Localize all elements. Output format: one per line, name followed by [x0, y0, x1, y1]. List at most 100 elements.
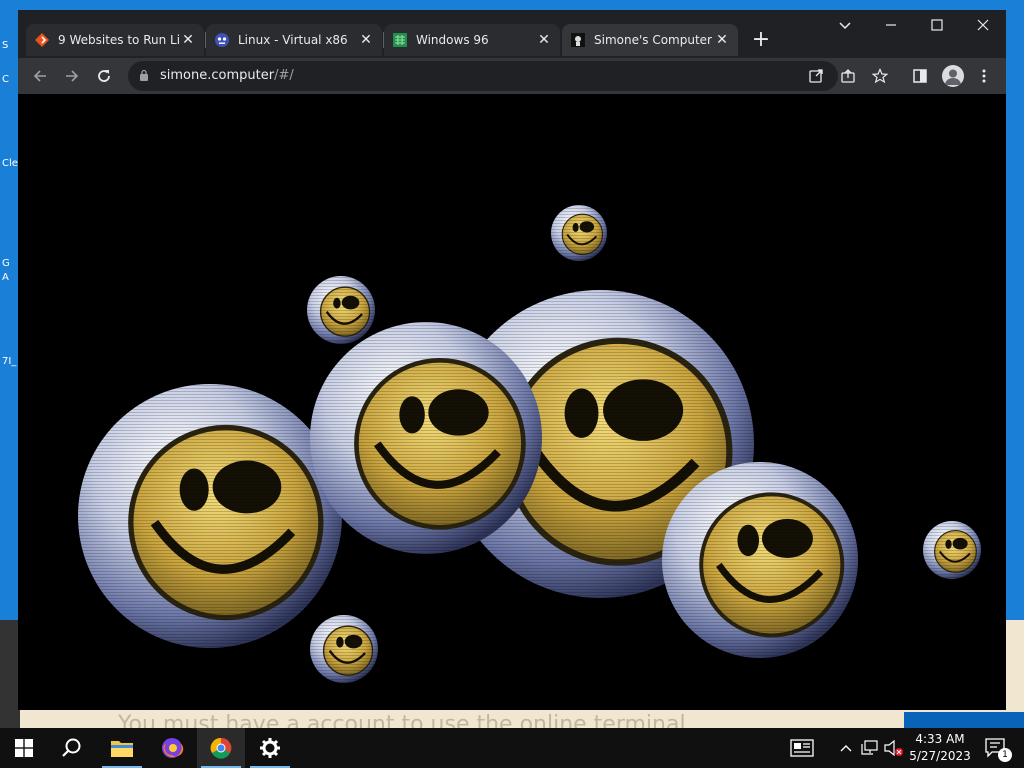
menu-kebab-icon[interactable]	[974, 66, 994, 86]
scanline	[18, 376, 1006, 377]
desktop-icon-label: Cle	[2, 158, 18, 169]
show-hidden-icons-button[interactable]	[834, 728, 858, 768]
profile-avatar[interactable]	[942, 65, 964, 87]
scanline	[18, 688, 1006, 689]
scanline	[18, 448, 1006, 449]
maximize-button[interactable]	[914, 10, 960, 40]
scanline	[18, 238, 1006, 239]
scanline	[18, 706, 1006, 707]
news-widget-button[interactable]	[778, 728, 826, 768]
chrome-button[interactable]	[197, 728, 245, 768]
firefox-button[interactable]	[148, 728, 196, 768]
close-icon[interactable]: ✕	[536, 32, 552, 48]
scanline	[18, 553, 1006, 554]
back-button[interactable]	[28, 64, 52, 88]
new-tab-button[interactable]: +	[748, 28, 774, 54]
scanline	[18, 136, 1006, 137]
taskbar-clock[interactable]: 4:33 AM 5/27/2023	[908, 731, 972, 765]
scanline	[18, 403, 1006, 404]
tab-9-websites[interactable]: 9 Websites to Run Linux ✕	[26, 24, 204, 56]
scanline	[18, 340, 1006, 341]
scanline	[18, 220, 1006, 221]
address-bar[interactable]: simone.computer/#/	[128, 61, 838, 91]
scanline	[18, 253, 1006, 254]
minimize-button[interactable]	[868, 10, 914, 40]
tab-title: Linux - Virtual x86	[238, 33, 348, 47]
scanline	[18, 205, 1006, 206]
scanline	[18, 103, 1006, 104]
taskbar: 4:33 AM 5/27/2023 1	[0, 728, 1024, 768]
side-panel-icon[interactable]	[910, 66, 930, 86]
scanline	[18, 640, 1006, 641]
tab-title: Simone's Computer	[594, 33, 712, 47]
scanline	[18, 364, 1006, 365]
scanline	[18, 412, 1006, 413]
tab-windows-96[interactable]: Windows 96 ✕	[384, 24, 560, 56]
scanline	[18, 208, 1006, 209]
page-viewport[interactable]	[18, 94, 1006, 710]
scanline	[18, 172, 1006, 173]
forward-button[interactable]	[60, 64, 84, 88]
scanline	[18, 481, 1006, 482]
scanline	[18, 118, 1006, 119]
open-in-new-icon[interactable]	[806, 66, 826, 86]
scanline	[18, 478, 1006, 479]
scanline	[18, 520, 1006, 521]
scanline	[18, 472, 1006, 473]
scanline	[18, 325, 1006, 326]
scanline	[18, 382, 1006, 383]
smiley-sphere	[78, 384, 342, 648]
scanline	[18, 649, 1006, 650]
scanline	[18, 109, 1006, 110]
volume-button[interactable]	[882, 728, 906, 768]
scanline	[18, 625, 1006, 626]
scanline	[18, 526, 1006, 527]
desktop-icon[interactable]: S	[2, 40, 18, 51]
scanline	[18, 400, 1006, 401]
network-button[interactable]	[858, 728, 882, 768]
start-button[interactable]	[0, 728, 48, 768]
scanline	[18, 517, 1006, 518]
scanline	[18, 223, 1006, 224]
smiley-spheres-scene	[18, 94, 1006, 710]
close-window-button[interactable]	[960, 10, 1006, 40]
scanline	[18, 310, 1006, 311]
bookmark-star-icon[interactable]	[870, 66, 890, 86]
scanline	[18, 679, 1006, 680]
scanline	[18, 148, 1006, 149]
notifications-button[interactable]: 1	[976, 728, 1016, 768]
scanline	[18, 571, 1006, 572]
gitbook-icon	[34, 32, 50, 48]
scanline	[18, 463, 1006, 464]
scanline	[18, 460, 1006, 461]
scanline	[18, 637, 1006, 638]
tab-simones-computer[interactable]: Simone's Computer ✕	[562, 24, 738, 56]
scanline	[18, 583, 1006, 584]
close-icon[interactable]: ✕	[714, 32, 730, 48]
scanline	[18, 343, 1006, 344]
desktop-icon[interactable]: G	[2, 258, 18, 269]
desktop-icon[interactable]: Cle	[2, 158, 18, 169]
desktop-icon[interactable]: 7I_	[2, 356, 18, 367]
tab-title: 9 Websites to Run Linux	[58, 33, 180, 47]
share-icon[interactable]	[838, 66, 858, 86]
tab-linux-virtual[interactable]: Linux - Virtual x86 ✕	[206, 24, 382, 56]
close-icon[interactable]: ✕	[358, 32, 374, 48]
settings-button[interactable]	[246, 728, 294, 768]
search-button[interactable]	[48, 728, 96, 768]
close-icon[interactable]: ✕	[180, 32, 196, 48]
scanline	[18, 304, 1006, 305]
reload-button[interactable]	[92, 64, 116, 88]
scanline	[18, 562, 1006, 563]
desktop-icon[interactable]: A	[2, 272, 18, 283]
scanline	[18, 181, 1006, 182]
file-explorer-button[interactable]	[98, 728, 146, 768]
scanline	[18, 121, 1006, 122]
desktop-icon[interactable]: C	[2, 74, 18, 85]
scanline	[18, 211, 1006, 212]
scanline	[18, 250, 1006, 251]
scanline	[18, 379, 1006, 380]
tab-search-icon[interactable]	[822, 10, 868, 40]
scanline	[18, 616, 1006, 617]
scanline	[18, 388, 1006, 389]
